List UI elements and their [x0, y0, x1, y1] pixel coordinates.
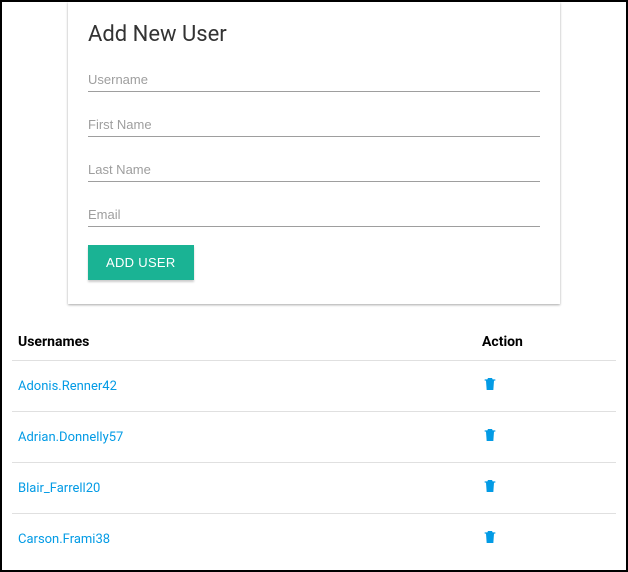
usernames-header: Usernames [12, 324, 476, 361]
email-input[interactable] [88, 200, 540, 227]
trash-icon[interactable] [482, 528, 498, 550]
username-link[interactable]: Blair_Farrell20 [18, 481, 100, 496]
first-name-input[interactable] [88, 110, 540, 137]
table-row: Carson.Frami38 [12, 514, 616, 565]
table-row: Adrian.Donnelly57 [12, 412, 616, 463]
trash-icon[interactable] [482, 477, 498, 499]
add-user-card: Add New User Add User [68, 2, 560, 304]
first-name-field-wrapper [88, 110, 540, 137]
add-user-button[interactable]: Add User [88, 245, 194, 280]
username-input[interactable] [88, 65, 540, 92]
table-row: Blair_Farrell20 [12, 463, 616, 514]
card-title: Add New User [88, 22, 540, 47]
trash-icon[interactable] [482, 426, 498, 448]
username-field-wrapper [88, 65, 540, 92]
last-name-input[interactable] [88, 155, 540, 182]
username-link[interactable]: Carson.Frami38 [18, 532, 110, 547]
users-table: Usernames Action Adonis.Renner42 Adrian.D… [12, 324, 616, 564]
username-link[interactable]: Adonis.Renner42 [18, 379, 117, 394]
username-link[interactable]: Adrian.Donnelly57 [18, 430, 123, 445]
action-header: Action [476, 324, 616, 361]
email-field-wrapper [88, 200, 540, 227]
page-container: Add New User Add User Usernames Action A… [2, 2, 626, 564]
trash-icon[interactable] [482, 375, 498, 397]
last-name-field-wrapper [88, 155, 540, 182]
table-row: Adonis.Renner42 [12, 361, 616, 412]
